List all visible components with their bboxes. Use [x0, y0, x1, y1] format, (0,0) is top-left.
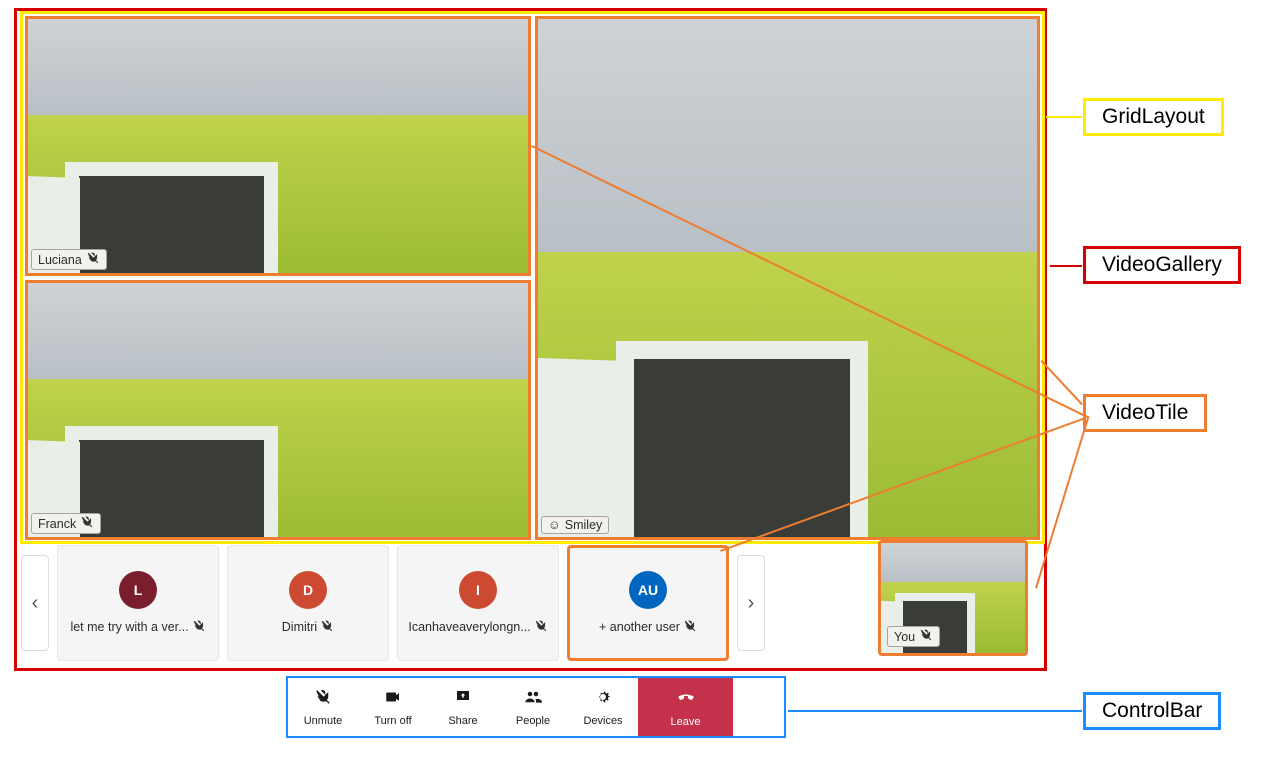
unmute-button[interactable]: Unmute [288, 678, 358, 736]
grid-layout: Luciana Franck [20, 11, 1045, 544]
devices-button[interactable]: Devices [568, 678, 638, 736]
annotation-label-controlbar: ControlBar [1083, 692, 1221, 730]
strip-label: Dimitri [282, 619, 334, 636]
strip-tile[interactable]: L let me try with a ver... [57, 545, 219, 661]
avatar-initials: L [134, 582, 143, 598]
participant-name-badge: ☺ Smiley [541, 516, 609, 534]
camera-icon [384, 688, 402, 711]
button-label: Unmute [304, 715, 343, 727]
annotation-connector [1050, 265, 1082, 267]
people-button[interactable]: People [498, 678, 568, 736]
strip-prev-button[interactable]: ‹ [21, 555, 49, 651]
self-pip-tile[interactable]: You [878, 540, 1028, 656]
participant-name-badge: Luciana [31, 249, 107, 270]
annotation-connector [788, 710, 1082, 712]
annotation-label-videotile: VideoTile [1083, 394, 1207, 432]
strip-label: Icanhaveaverylongn... [408, 619, 547, 636]
mic-muted-icon [534, 619, 548, 636]
annotation-label-gridlayout: GridLayout [1083, 98, 1224, 136]
strip-tile[interactable]: D Dimitri [227, 545, 389, 661]
camera-toggle-button[interactable]: Turn off [358, 678, 428, 736]
video-tile-luciana[interactable]: Luciana [25, 16, 531, 276]
button-label: Share [448, 715, 477, 727]
participant-name: You [894, 630, 915, 644]
annotation-label-videogallery: VideoGallery [1083, 246, 1241, 284]
mic-muted-icon [192, 619, 206, 636]
avatar-initials: D [303, 582, 313, 598]
mic-muted-icon [80, 515, 94, 532]
hangup-icon [676, 687, 696, 712]
mic-muted-icon [314, 688, 332, 711]
participant-name-badge: Franck [31, 513, 101, 534]
video-feed [25, 16, 531, 276]
control-bar: Unmute Turn off Share People Devices Lea… [286, 676, 786, 738]
avatar: AU [629, 571, 667, 609]
participant-name: Luciana [38, 253, 82, 267]
participant-name: Franck [38, 517, 76, 531]
avatar: D [289, 571, 327, 609]
avatar: L [119, 571, 157, 609]
share-icon [454, 688, 472, 711]
strip-tile[interactable]: AU + another user [567, 545, 729, 661]
strip-tile[interactable]: I Icanhaveaverylongn... [397, 545, 559, 661]
strip-tiles: L let me try with a ver... D Dimitri [57, 545, 729, 661]
avatar-initials: AU [638, 582, 658, 598]
gear-icon [594, 688, 612, 711]
annotation-connector [1046, 116, 1082, 118]
smile-icon: ☺ [548, 518, 561, 532]
people-icon [524, 688, 542, 711]
overflow-strip: ‹ L let me try with a ver... D Dimitri [21, 544, 1038, 662]
video-gallery: Luciana Franck [14, 8, 1047, 671]
video-feed [25, 280, 531, 540]
strip-next-button[interactable]: › [737, 555, 765, 651]
button-label: Devices [583, 715, 622, 727]
participant-name-badge: You [887, 626, 940, 647]
mic-muted-icon [683, 619, 697, 636]
strip-label: + another user [599, 619, 697, 636]
mic-muted-icon [320, 619, 334, 636]
button-label: Leave [671, 716, 701, 728]
strip-label: let me try with a ver... [70, 619, 205, 636]
avatar-initials: I [476, 582, 480, 598]
video-tile-franck[interactable]: Franck [25, 280, 531, 540]
button-label: People [516, 715, 550, 727]
participant-name: Smiley [565, 518, 603, 532]
mic-muted-icon [86, 251, 100, 268]
mic-muted-icon [919, 628, 933, 645]
avatar: I [459, 571, 497, 609]
share-button[interactable]: Share [428, 678, 498, 736]
button-label: Turn off [374, 715, 411, 727]
leave-button[interactable]: Leave [638, 678, 733, 736]
